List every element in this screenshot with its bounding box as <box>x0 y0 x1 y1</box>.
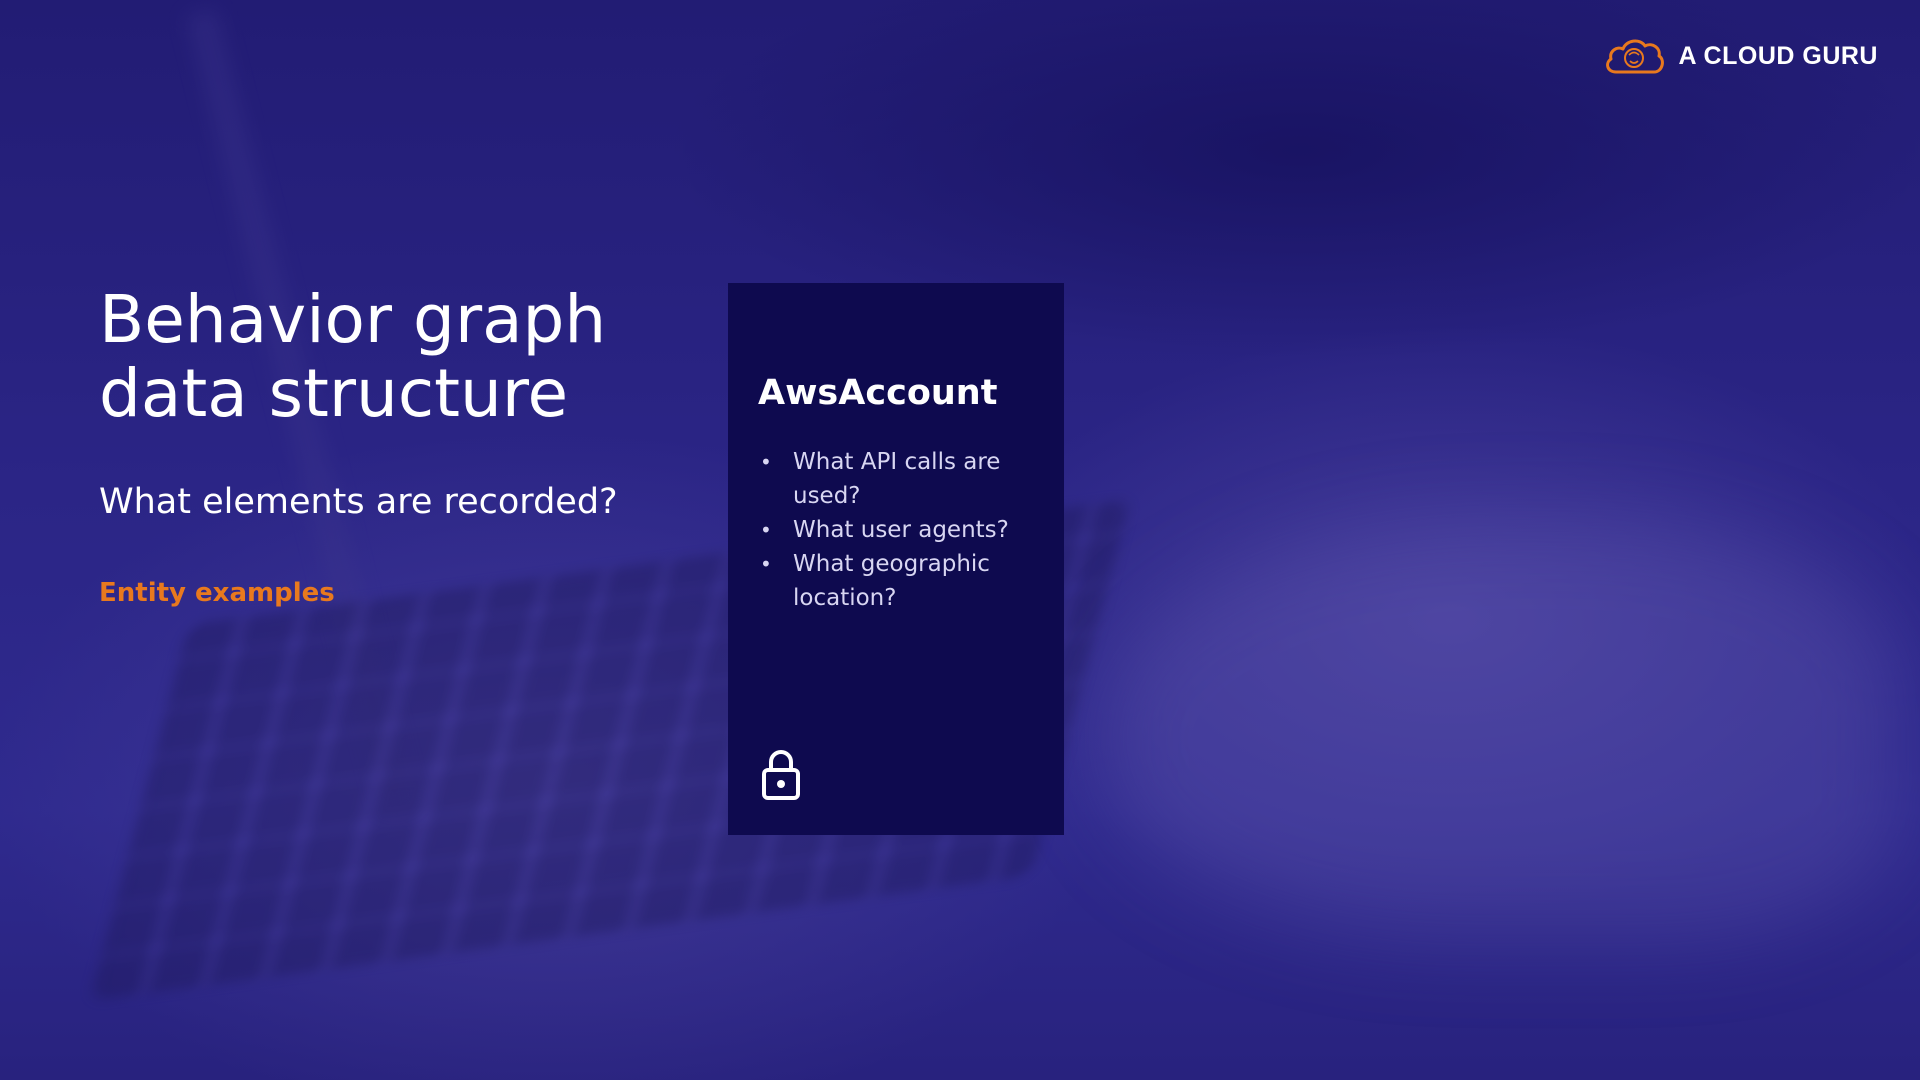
page-title: Behavior graph data structure <box>99 283 719 431</box>
list-item: • What geographic location? <box>758 547 1034 615</box>
list-item-text: What geographic location? <box>793 551 990 611</box>
card-list: • What API calls are used? • What user a… <box>758 445 1034 615</box>
bullet-icon: • <box>760 552 772 576</box>
bullet-icon: • <box>760 518 772 542</box>
list-item: • What API calls are used? <box>758 445 1034 513</box>
card-title: AwsAccount <box>758 373 998 413</box>
entity-card: AwsAccount • What API calls are used? • … <box>728 283 1064 835</box>
brand-name: A CLOUD GURU <box>1678 41 1878 70</box>
cloud-icon <box>1606 39 1665 74</box>
slide: A CLOUD GURU Behavior graph data structu… <box>0 0 1920 1080</box>
title-line-2: data structure <box>99 355 569 432</box>
subtitle: What elements are recorded? <box>99 482 618 522</box>
list-item-text: What user agents? <box>793 517 1009 543</box>
title-line-1: Behavior graph <box>99 281 607 358</box>
list-item: • What user agents? <box>758 513 1034 547</box>
list-item-text: What API calls are used? <box>793 449 1001 509</box>
section-label: Entity examples <box>99 578 335 608</box>
brand-logo: A CLOUD GURU <box>1602 36 1878 76</box>
lock-icon <box>762 750 800 800</box>
bullet-icon: • <box>760 450 772 474</box>
background-hand <box>1100 520 1900 940</box>
